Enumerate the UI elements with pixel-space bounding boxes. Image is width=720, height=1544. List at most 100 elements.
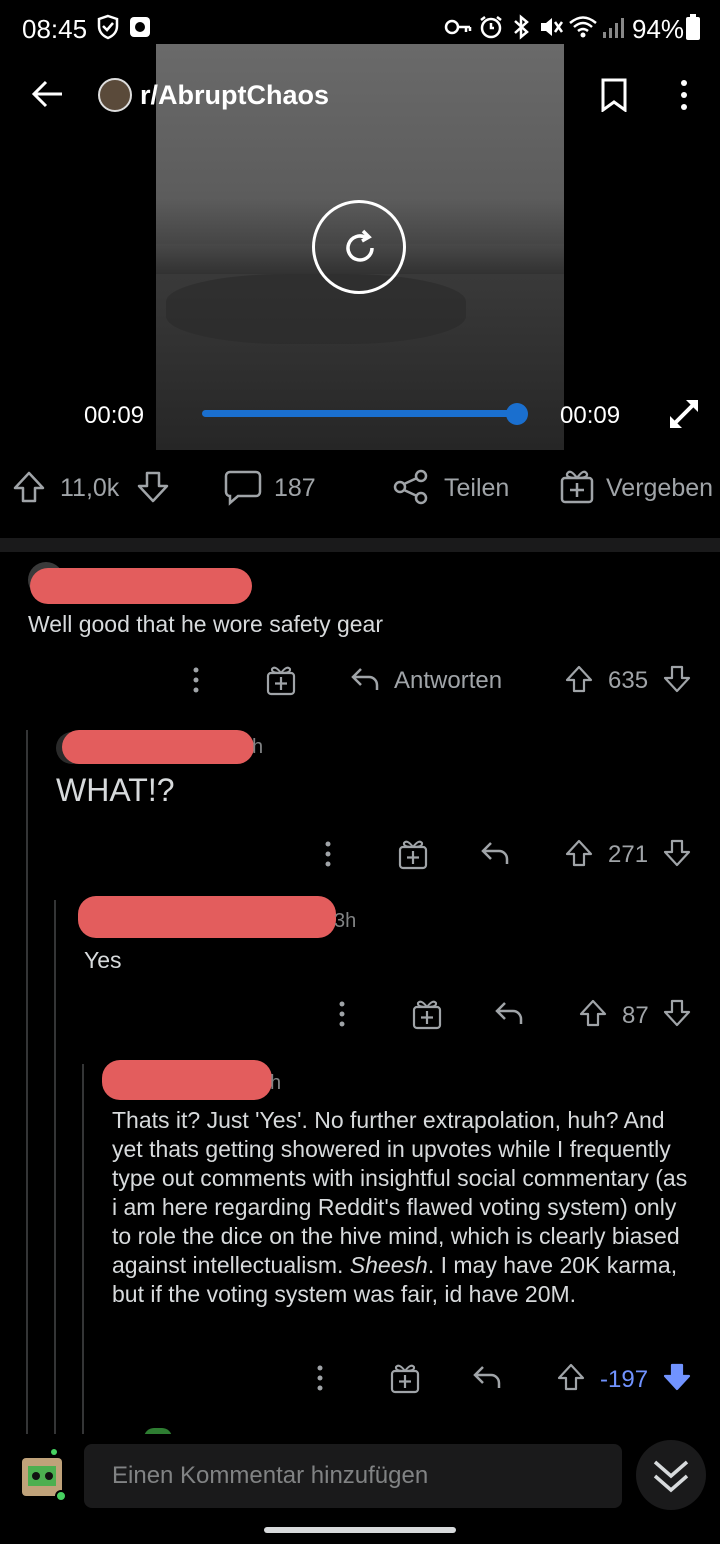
comment-more-button[interactable] (318, 840, 338, 868)
alarm-icon (478, 14, 504, 40)
more-options-button[interactable] (670, 78, 698, 112)
video-total-time: 00:09 (560, 402, 621, 429)
arrow-up-icon (565, 839, 593, 867)
bookmark-button[interactable] (600, 78, 628, 112)
comment-score: 271 (608, 841, 649, 868)
arrow-down-icon (663, 839, 691, 867)
arrow-up-icon (13, 471, 45, 503)
comment-award-button[interactable] (266, 664, 296, 696)
thread-line[interactable] (82, 1064, 84, 1434)
key-icon (444, 16, 472, 38)
post-action-bar: 11,0k 187 Teilen Vergeben (0, 458, 720, 516)
wifi-icon (568, 14, 598, 40)
more-vertical-icon (325, 841, 331, 867)
replay-icon (346, 229, 374, 262)
mute-icon (538, 14, 564, 40)
comment-age: h (270, 1072, 282, 1094)
subreddit-avatar[interactable] (98, 78, 132, 112)
share-icon[interactable] (392, 468, 430, 506)
video-progress-bar[interactable] (202, 410, 516, 417)
battery-level: 94% (632, 14, 685, 44)
app-notification-icon (128, 15, 152, 39)
video-frame-shadow (166, 274, 466, 344)
home-indicator[interactable] (264, 1527, 456, 1533)
bluetooth-icon (510, 14, 532, 40)
reply-icon (473, 1366, 501, 1388)
reply-button[interactable] (494, 998, 524, 1028)
status-time: 08:45 (22, 14, 88, 44)
reply-button[interactable]: Antworten (394, 667, 502, 695)
chevron-double-down-icon (653, 1460, 689, 1493)
award-button[interactable]: Vergeben (606, 474, 713, 503)
thread-line[interactable] (26, 730, 28, 1434)
post-downvote-button[interactable] (136, 470, 170, 504)
comment-body: WHAT!? (56, 772, 175, 808)
battery-icon (686, 14, 700, 40)
video-progress-handle[interactable] (506, 403, 528, 425)
reply-icon[interactable] (350, 664, 380, 694)
comment-body: Yes (84, 947, 122, 973)
reply-button[interactable] (472, 1362, 502, 1392)
arrow-down-icon (663, 999, 691, 1027)
share-button[interactable]: Teilen (444, 474, 509, 503)
more-vertical-icon (339, 1001, 345, 1027)
next-comment-button[interactable] (636, 1440, 706, 1510)
user-avatar[interactable] (14, 1448, 72, 1506)
comment-age: h (252, 736, 264, 758)
comment-input-placeholder: Einen Kommentar hinzufügen (112, 1462, 429, 1489)
comment-count[interactable]: 187 (274, 474, 316, 503)
downvote-button[interactable] (662, 838, 692, 868)
reply-icon (495, 1002, 523, 1024)
downvote-button[interactable] (662, 998, 692, 1028)
comment-score: 87 (622, 1002, 649, 1029)
comment-more-button[interactable] (310, 1364, 330, 1392)
arrow-up-icon (565, 665, 593, 693)
arrow-down-icon (663, 665, 691, 693)
comment-award-button[interactable] (412, 998, 442, 1030)
post-upvote-button[interactable] (12, 470, 46, 504)
award-icon (390, 1364, 420, 1394)
back-button[interactable] (30, 76, 66, 112)
comment-emphasis: Sheesh (349, 1252, 428, 1278)
more-vertical-icon (317, 1365, 323, 1391)
signal-icon (602, 14, 626, 40)
thread-line[interactable] (54, 900, 56, 1434)
downvote-button[interactable] (662, 664, 692, 694)
comment-body: Thats it? Just 'Yes'. No further extrapo… (112, 1106, 696, 1309)
comment-score: -197 (600, 1366, 649, 1393)
more-vertical-icon (681, 80, 687, 110)
arrow-left-icon (31, 80, 62, 108)
video-elapsed-time: 00:09 (84, 402, 145, 429)
upvote-button[interactable] (564, 838, 594, 868)
upvote-button[interactable] (578, 998, 608, 1028)
award-icon[interactable] (560, 468, 594, 504)
comment-more-button[interactable] (332, 1000, 352, 1028)
fullscreen-button[interactable] (668, 398, 700, 430)
comment-body: Well good that he wore safety gear (28, 611, 384, 637)
reply-icon (481, 842, 509, 864)
more-vertical-icon (193, 667, 199, 693)
upvote-button[interactable] (556, 1362, 586, 1392)
replay-button[interactable] (312, 200, 406, 294)
expand-icon (670, 400, 698, 428)
comment-more-button[interactable] (186, 666, 206, 694)
redacted-username (30, 568, 252, 604)
subreddit-name[interactable]: r/AbruptChaos (140, 80, 329, 111)
arrow-up-icon (579, 999, 607, 1027)
award-icon (412, 1000, 442, 1030)
comment-age: 3h (334, 910, 357, 932)
bookmark-icon (601, 78, 627, 112)
award-icon (398, 840, 428, 870)
upvote-button[interactable] (564, 664, 594, 694)
arrow-up-icon (557, 1363, 585, 1391)
arrow-down-icon (663, 1363, 691, 1391)
redacted-username (102, 1060, 272, 1100)
comment-award-button[interactable] (390, 1362, 420, 1394)
comments-button[interactable] (224, 468, 262, 506)
downvote-button-active[interactable] (662, 1362, 692, 1392)
comment-award-button[interactable] (398, 838, 428, 870)
comment-score: 635 (608, 667, 649, 694)
reply-button[interactable] (480, 838, 510, 868)
arrow-down-icon (137, 471, 169, 503)
comment-input[interactable]: Einen Kommentar hinzufügen (84, 1444, 622, 1508)
